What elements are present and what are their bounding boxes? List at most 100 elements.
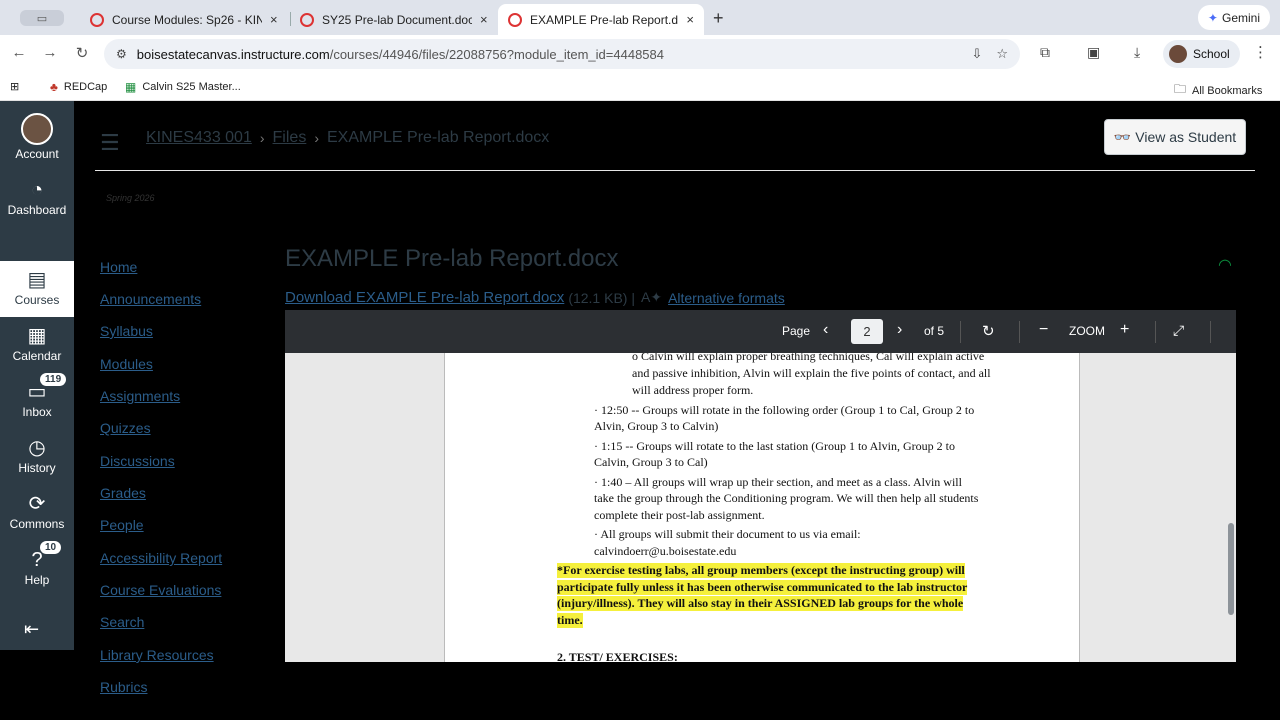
glasses-icon: 👓 (1113, 128, 1132, 145)
download-link[interactable]: Download EXAMPLE Pre-lab Report.docx (285, 289, 564, 306)
avatar (1169, 45, 1187, 63)
view-as-student-button[interactable]: 👓 View as Student (1104, 119, 1246, 155)
view-as-student-label: View as Student (1135, 129, 1237, 145)
download-row: Download EXAMPLE Pre-lab Report.docx (12… (285, 289, 785, 306)
doc-line: complete their post-lab assignment. (594, 508, 765, 522)
viewer-scrollbar[interactable] (1228, 523, 1234, 615)
address-bar[interactable]: ⚙ boisestatecanvas.instructure.com/cours… (104, 39, 1020, 69)
zoom-in-icon[interactable]: + (1120, 321, 1129, 339)
doc-line: · 1:15 -- Groups will rotate to the last… (594, 439, 955, 453)
course-term: Spring 2026 (106, 193, 155, 203)
global-nav-commons[interactable]: ⟳ Commons (0, 491, 74, 531)
global-nav-dashboard[interactable]: ◔ Dashboard (0, 177, 74, 217)
highlighted-line: *For exercise testing labs, all group me… (557, 563, 965, 578)
reading-mode-icon[interactable]: ▣ (1087, 44, 1100, 61)
alternative-formats-icon: A✦ (640, 289, 663, 305)
breadcrumb-course[interactable]: KINES433 001 (146, 129, 252, 147)
doc-line: · 1:40 – All groups will wrap up their s… (594, 475, 962, 489)
course-nav-accessibility-report[interactable]: Accessibility Report (100, 550, 222, 566)
browser-menu-icon[interactable]: ⋮ (1253, 43, 1268, 61)
nav-label: Help (24, 573, 50, 587)
browser-tab-strip: ▭ Course Modules: Sp26 - KINESI × SY25 P… (0, 0, 1280, 35)
course-nav-quizzes[interactable]: Quizzes (100, 420, 151, 436)
downloads-icon[interactable]: ⤓ (1134, 44, 1140, 61)
course-nav-home[interactable]: Home (100, 259, 137, 275)
canvas-favicon-icon (300, 12, 314, 27)
breadcrumb-separator-icon: › (314, 130, 319, 146)
nav-label: Courses (14, 293, 60, 307)
page-number-input[interactable]: 2 (851, 319, 883, 344)
doc-line: calvindoerr@u.boisestate.edu (594, 544, 737, 558)
nav-label: Dashboard (7, 203, 67, 217)
course-nav-assignments[interactable]: Assignments (100, 388, 180, 404)
course-nav-syllabus[interactable]: Syllabus (100, 323, 153, 339)
global-nav-account[interactable]: Account (0, 113, 74, 161)
global-nav-history[interactable]: ◷ History (0, 435, 74, 475)
help-badge: 10 (40, 541, 62, 554)
breadcrumb-current: EXAMPLE Pre-lab Report.docx (326, 129, 550, 146)
previous-page-icon[interactable]: ‹ (823, 321, 828, 339)
course-nav-modules[interactable]: Modules (100, 356, 153, 372)
document-viewer[interactable]: o Calvin will explain proper breathing t… (285, 353, 1236, 662)
reload-icon[interactable]: ↻ (72, 44, 92, 62)
commons-icon: ⟳ (28, 493, 46, 515)
course-nav-rubrics[interactable]: Rubrics (100, 679, 147, 695)
rotate-icon[interactable]: ↻ (982, 322, 995, 340)
apps-grid-icon[interactable]: ⊞ (10, 80, 19, 93)
extensions-icon[interactable]: ⧉ (1040, 44, 1050, 61)
course-nav-course-evaluations[interactable]: Course Evaluations (100, 582, 221, 598)
doc-line: and passive inhibition, Alvin will expla… (632, 366, 991, 380)
avatar (21, 113, 53, 145)
global-nav-help[interactable]: ? Help 10 (0, 541, 74, 587)
course-nav-search[interactable]: Search (100, 614, 144, 630)
gemini-label: Gemini (1221, 10, 1260, 25)
profile-button[interactable]: School (1163, 40, 1240, 68)
toolbar-divider (1155, 321, 1156, 343)
file-size: (12.1 KB) | (568, 289, 635, 306)
tab-close-icon[interactable]: × (480, 12, 488, 27)
global-nav-inbox[interactable]: ▭ Inbox 119 (0, 373, 74, 419)
course-menu-toggle-icon[interactable]: ☰ (100, 130, 120, 156)
zoom-out-icon[interactable]: − (1039, 321, 1048, 339)
browser-tab-course-modules[interactable]: Course Modules: Sp26 - KINESI × (80, 4, 288, 35)
page-title: EXAMPLE Pre-lab Report.docx (285, 245, 619, 272)
collapse-nav-icon[interactable]: ⇤ (24, 619, 39, 640)
course-nav-announcements[interactable]: Announcements (100, 291, 201, 307)
tab-close-icon[interactable]: × (686, 12, 694, 27)
canvas-page: Account ◔ Dashboard ▤ Courses ▦ Calendar… (0, 101, 1280, 695)
dashboard-icon: ◔ (30, 179, 44, 201)
global-nav-calendar[interactable]: ▦ Calendar (0, 323, 74, 363)
new-tab-button[interactable]: + (713, 8, 724, 29)
site-info-icon[interactable]: ⚙ (116, 47, 127, 61)
bookmark-redcap[interactable]: ♣ REDCap (50, 80, 107, 94)
bookmark-calvin-master[interactable]: ▦ Calvin S25 Master... (125, 80, 241, 94)
forward-arrow-icon[interactable]: → (40, 44, 60, 61)
back-arrow-icon[interactable]: ← (9, 44, 29, 61)
course-nav-grades[interactable]: Grades (100, 485, 146, 501)
course-nav-people[interactable]: People (100, 517, 144, 533)
breadcrumb-files[interactable]: Files (273, 129, 307, 147)
global-nav-courses[interactable]: ▤ Courses (0, 261, 74, 317)
browser-toolbar: ← → ↻ ⚙ boisestatecanvas.instructure.com… (0, 35, 1280, 73)
browser-tab-sy25-prelab[interactable]: SY25 Pre-lab Document.docx × (290, 4, 498, 35)
all-bookmarks[interactable]: 🗀 All Bookmarks (1174, 80, 1262, 101)
nav-label: History (18, 461, 56, 475)
doc-line: Calvin, Group 3 to Cal) (594, 455, 708, 469)
next-page-icon[interactable]: › (897, 321, 902, 339)
url-path: /courses/44946/files/22088756?module_ite… (329, 46, 664, 62)
gemini-button[interactable]: ✦ Gemini (1197, 5, 1270, 30)
install-app-icon[interactable]: ⇩ (971, 46, 982, 62)
bookmark-star-icon[interactable]: ☆ (996, 46, 1008, 62)
help-icon: ? (31, 549, 43, 571)
course-nav-library-resources[interactable]: Library Resources (100, 647, 214, 663)
course-nav-discussions[interactable]: Discussions (100, 453, 175, 469)
browser-tab-example-prelab[interactable]: EXAMPLE Pre-lab Report.docx × (498, 4, 704, 35)
gemini-icon: ✦ (1207, 10, 1218, 25)
nav-label: Calendar (12, 349, 62, 363)
fullscreen-icon[interactable]: ⤢ (1173, 322, 1184, 339)
breadcrumb-separator-icon: › (259, 130, 265, 146)
tab-close-icon[interactable]: × (270, 12, 278, 27)
alternative-formats-link[interactable]: Alternative formats (668, 290, 785, 306)
tab-title: SY25 Pre-lab Document.docx (322, 12, 472, 27)
tab-search-icon[interactable]: ▭ (20, 10, 64, 26)
